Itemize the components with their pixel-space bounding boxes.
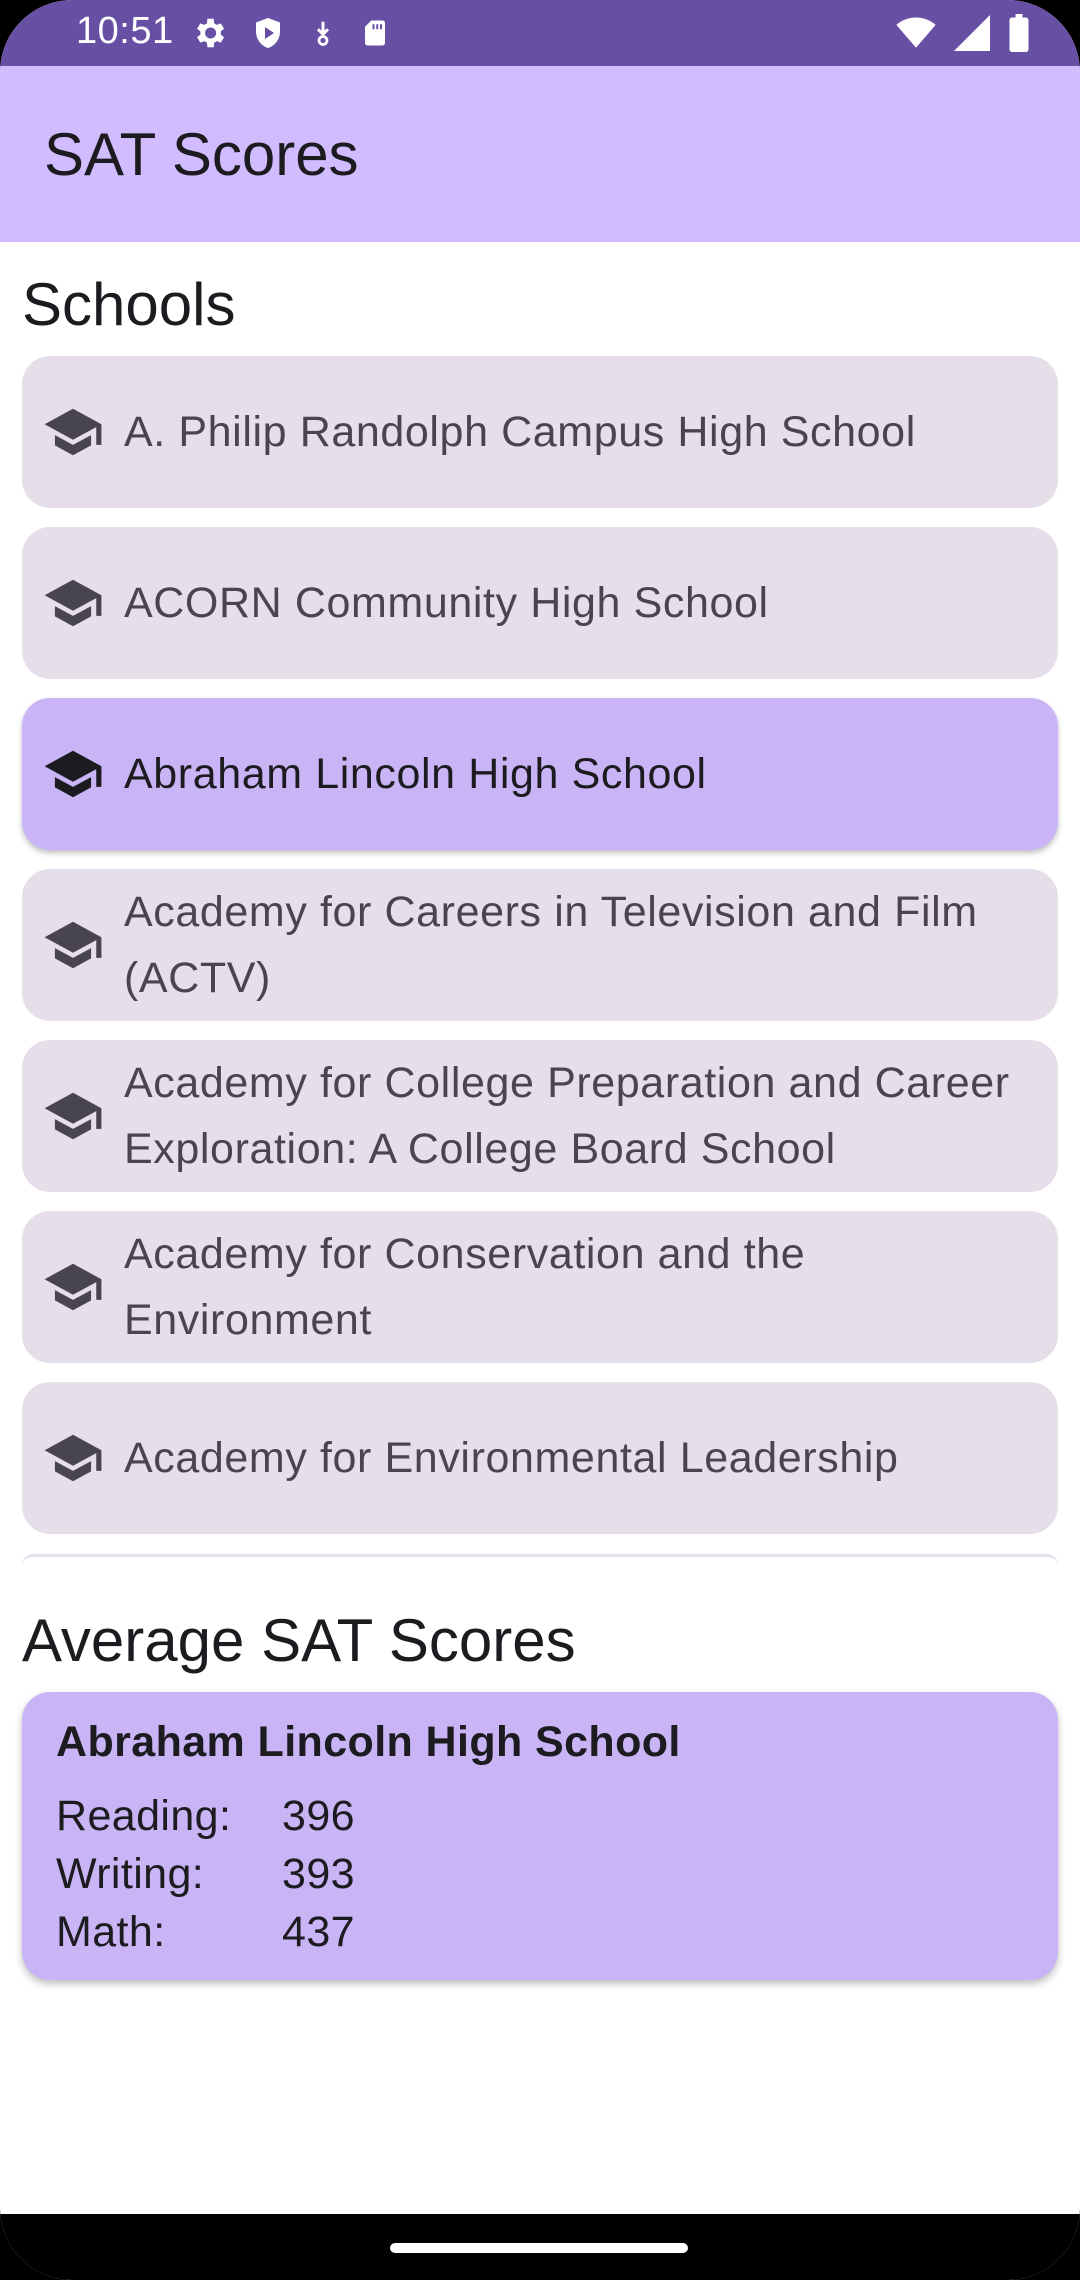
school-name: ACORN Community High School — [124, 579, 769, 627]
score-value: 396 — [282, 1792, 355, 1840]
score-row-writing: Writing: 393 — [56, 1850, 355, 1899]
scores-card: Abraham Lincoln High School Reading: 396 … — [22, 1692, 1058, 1980]
school-icon — [44, 750, 102, 798]
score-value: 393 — [282, 1850, 355, 1898]
app-title: SAT Scores — [44, 121, 359, 188]
school-item[interactable]: Academy for Conservation and the Environ… — [22, 1211, 1058, 1363]
gear-icon — [197, 18, 225, 48]
shield-icon — [256, 18, 280, 48]
school-item-selected[interactable]: Abraham Lincoln High School — [22, 698, 1058, 850]
score-label: Reading: — [56, 1792, 232, 1840]
school-item[interactable]: Academy for College Preparation and Care… — [22, 1040, 1058, 1192]
school-item[interactable]: A. Philip Randolph Campus High School — [22, 356, 1058, 508]
school-item[interactable]: ACORN Community High School — [22, 527, 1058, 679]
sd-card-icon — [365, 20, 385, 46]
download-icon — [316, 21, 330, 46]
school-name: A. Philip Randolph Campus High School — [124, 408, 916, 456]
top-app-bar: SAT Scores — [0, 66, 1080, 242]
school-name: Academy for College Preparation and Care… — [124, 1059, 1010, 1173]
status-icons-left — [190, 14, 390, 52]
app-screen: 10:51 SAT Scores Schools A. Philip Rando… — [0, 0, 1080, 2280]
school-item-partial[interactable] — [22, 1554, 1058, 1565]
scores-heading: Average SAT Scores — [22, 1607, 576, 1674]
wifi-icon — [896, 17, 936, 48]
school-icon — [44, 1263, 102, 1311]
school-item[interactable]: Academy for Environmental Leadership — [22, 1382, 1058, 1534]
school-icon — [44, 579, 102, 627]
battery-icon — [1009, 14, 1029, 52]
school-icon — [44, 921, 102, 969]
school-item[interactable]: Academy for Careers in Television and Fi… — [22, 869, 1058, 1021]
school-icon — [44, 408, 102, 456]
status-icons-right — [896, 14, 1030, 52]
school-icon — [44, 1434, 102, 1482]
score-value: 437 — [282, 1908, 355, 1956]
school-name: Abraham Lincoln High School — [124, 750, 707, 798]
status-time: 10:51 — [76, 10, 174, 52]
school-name: Academy for Environmental Leadership — [124, 1434, 899, 1482]
status-bar: 10:51 — [0, 0, 1080, 66]
school-name: Academy for Conservation and the Environ… — [124, 1230, 806, 1344]
signal-icon — [954, 15, 990, 51]
card-school-name: Abraham Lincoln High School — [56, 1718, 681, 1766]
school-name: Academy for Careers in Television and Fi… — [124, 888, 978, 1002]
score-row-math: Math: 437 — [56, 1908, 355, 1957]
school-icon — [44, 1092, 102, 1140]
schools-heading: Schools — [22, 271, 236, 338]
score-label: Math: — [56, 1908, 166, 1956]
score-label: Writing: — [56, 1850, 205, 1898]
score-row-reading: Reading: 396 — [56, 1792, 355, 1841]
home-handle[interactable] — [390, 2243, 688, 2253]
